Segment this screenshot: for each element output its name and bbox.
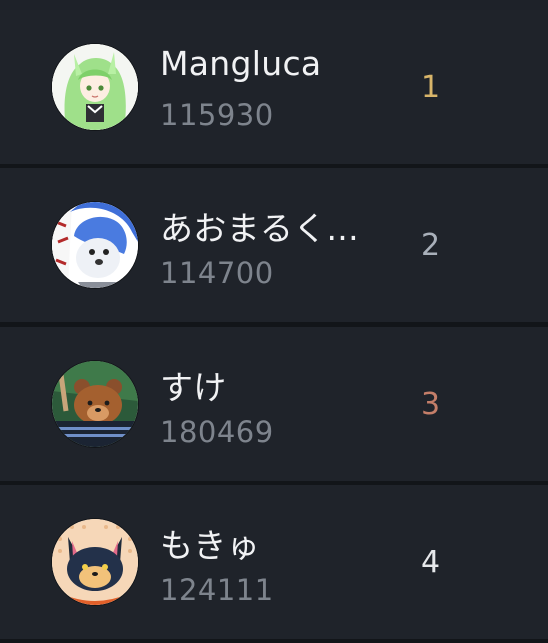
blue-wolf-character-avatar	[52, 202, 138, 288]
user-score: 114700	[160, 256, 274, 290]
user-avatar[interactable]	[52, 44, 138, 130]
user-score: 180469	[160, 415, 274, 449]
black-cat-character-avatar	[52, 519, 138, 605]
user-score: 115930	[160, 98, 274, 132]
leaderboard-list: Mangluca 115930 1 あおまるく... 114700 2 すけ 1…	[0, 0, 548, 643]
leaderboard-row[interactable]: Mangluca 115930 1	[0, 10, 548, 164]
user-avatar[interactable]	[52, 202, 138, 288]
user-name: もきゅ	[160, 526, 260, 565]
brown-bear-character-avatar	[52, 361, 138, 447]
leaderboard-row[interactable]: すけ 180469 3	[0, 327, 548, 481]
user-name: Mangluca	[160, 44, 322, 83]
list-top-divider	[0, 0, 548, 10]
rank-number: 4	[421, 545, 441, 580]
rank-number: 1	[421, 70, 441, 105]
rank-number: 2	[421, 228, 441, 263]
user-avatar[interactable]	[52, 519, 138, 605]
user-name: すけ	[160, 368, 227, 407]
rank-number: 3	[421, 387, 441, 422]
leaderboard-row[interactable]: もきゅ 124111 4	[0, 485, 548, 639]
leaderboard-row[interactable]: あおまるく... 114700 2	[0, 168, 548, 322]
user-avatar[interactable]	[52, 361, 138, 447]
user-name: あおまるく...	[160, 209, 359, 248]
green-haired-character-avatar	[52, 44, 138, 130]
user-score: 124111	[160, 573, 274, 607]
